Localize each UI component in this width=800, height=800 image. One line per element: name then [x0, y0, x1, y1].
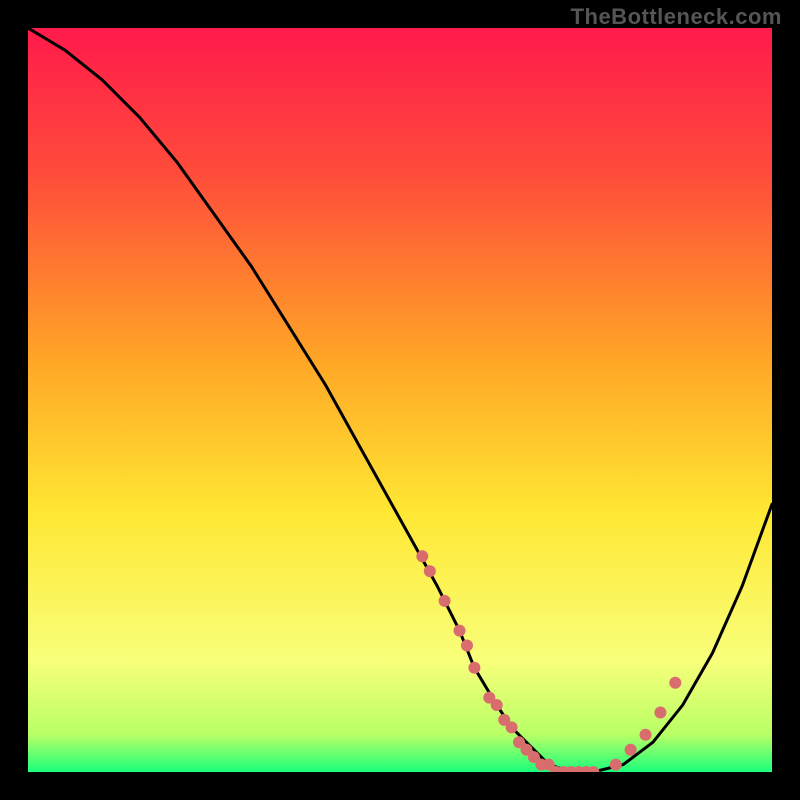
- chart-plot-area: [28, 28, 772, 772]
- chart-svg: [28, 28, 772, 772]
- scatter-point: [640, 729, 652, 741]
- scatter-point: [439, 595, 451, 607]
- chart-frame: TheBottleneck.com: [0, 0, 800, 800]
- scatter-point: [416, 550, 428, 562]
- scatter-point: [610, 759, 622, 771]
- scatter-point: [491, 699, 503, 711]
- scatter-point: [625, 744, 637, 756]
- watermark-text: TheBottleneck.com: [571, 4, 782, 30]
- scatter-point: [468, 662, 480, 674]
- scatter-point: [506, 721, 518, 733]
- scatter-point: [461, 640, 473, 652]
- scatter-point: [424, 565, 436, 577]
- scatter-point: [654, 707, 666, 719]
- scatter-point: [669, 677, 681, 689]
- gradient-background: [28, 28, 772, 772]
- scatter-point: [454, 625, 466, 637]
